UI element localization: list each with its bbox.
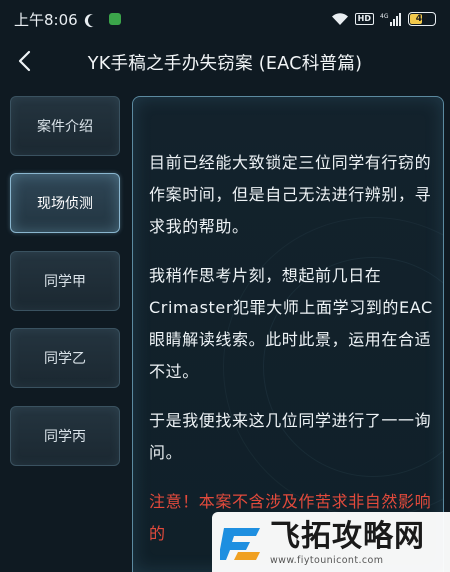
wifi-icon (331, 13, 348, 25)
battery-percent: 47 (415, 14, 429, 24)
network-type: 4G (380, 13, 389, 20)
site-watermark: 飞拓攻略网 www.fiytounicont.com (212, 512, 450, 572)
story-paragraph: 目前已经能大致锁定三位同学有行窃的作案时间，但是自己无法进行辨别，寻求我的帮助。 (149, 153, 432, 236)
story-paragraph: 我稍作思考片刻，想起前几日在Crimaster犯罪大师上面学习到的EAC眼睛解读… (149, 266, 433, 381)
story-panel[interactable]: 目前已经能大致锁定三位同学有行窃的作案时间，但是自己无法进行辨别，寻求我的帮助。… (132, 96, 444, 572)
watermark-url: www.fiytounicont.com (270, 554, 384, 566)
hd-badge: HD (354, 13, 374, 25)
status-bar: 上午8:06 HD 4G 47 (0, 0, 450, 38)
app-notification-icon (108, 13, 121, 25)
sidebar-item-label: 案件介绍 (37, 119, 93, 135)
sidebar-item-classmate-a[interactable]: 同学甲 (10, 251, 120, 311)
page-header: YK手稿之手办失窃案 (EAC科普篇) (0, 38, 450, 86)
sidebar-item-label: 同学甲 (44, 274, 86, 290)
sidebar-item-label: 现场侦测 (37, 196, 93, 212)
sidebar-item-label: 同学丙 (44, 429, 86, 445)
clock: 上午8:06 (14, 10, 78, 29)
watermark-logo-icon (220, 528, 260, 560)
back-button[interactable] (14, 50, 36, 72)
do-not-disturb-icon (86, 12, 103, 29)
sidebar-item-case-intro[interactable]: 案件介绍 (10, 96, 120, 156)
chevron-left-icon (18, 50, 31, 72)
sidebar-item-label: 同学乙 (44, 351, 86, 367)
battery-indicator: 47 (408, 12, 436, 26)
sidebar-item-classmate-b[interactable]: 同学乙 (10, 328, 120, 388)
cell-signal-icon: 4G (380, 13, 401, 26)
watermark-brand: 飞拓攻略网 (270, 518, 425, 554)
story-paragraph: 于是我便找来这几位同学进行了一一询问。 (149, 411, 432, 462)
sidebar-item-classmate-c[interactable]: 同学丙 (10, 406, 120, 466)
page-title: YK手稿之手办失窃案 (EAC科普篇) (87, 53, 363, 74)
story-text: 目前已经能大致锁定三位同学有行窃的作案时间，但是自己无法进行辨别，寻求我的帮助。… (149, 147, 435, 567)
sidebar-item-scene-investigation[interactable]: 现场侦测 (10, 173, 120, 233)
